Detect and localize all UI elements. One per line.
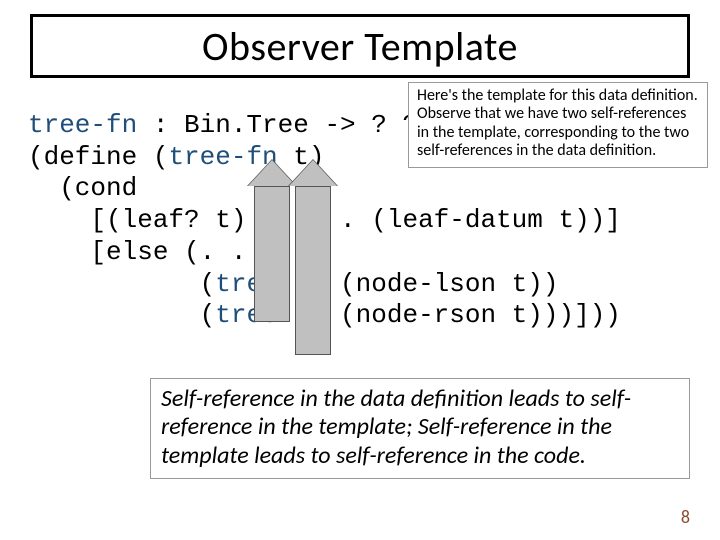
self-ref-arrow-1 [254, 160, 290, 322]
code-sig-rest: : Bin.Tree -> ? ? ? [137, 110, 449, 140]
slide-title-box: Observer Template [30, 14, 690, 78]
code-l6c: (node-lson t)) [324, 269, 558, 299]
slide-title: Observer Template [202, 22, 518, 71]
code-l5: [else (. . . [28, 237, 278, 267]
code-l7a: ( [28, 300, 215, 330]
code-l7c: (node-rson t)))])) [324, 300, 620, 330]
self-ref-arrow-2 [295, 160, 331, 355]
annotation-note: Here's the template for this data defini… [408, 82, 708, 168]
code-l2a: (define ( [28, 142, 168, 172]
code-l6a: ( [28, 269, 215, 299]
page-number: 8 [681, 506, 690, 528]
code-fn-sig: tree-fn [28, 110, 137, 140]
footnote-box: Self-reference in the data definition le… [150, 378, 690, 479]
code-l3: (cond [28, 173, 137, 203]
